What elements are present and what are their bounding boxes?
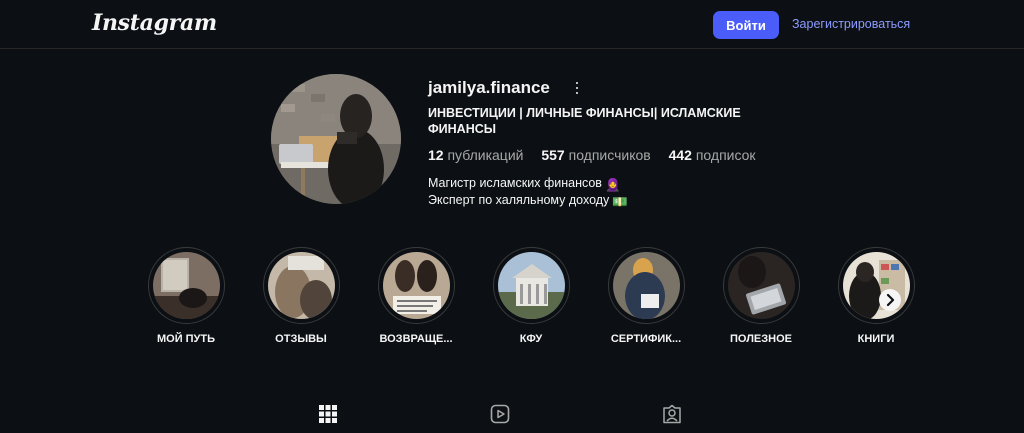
highlight-label: ОТЗЫВЫ bbox=[275, 333, 327, 345]
highlight-cover bbox=[498, 252, 565, 319]
profile-stats: 12 публикаций 557 подписчиков 442 подпис… bbox=[428, 147, 770, 163]
highlights-next-button[interactable] bbox=[879, 289, 901, 311]
money-emoji: 💵 bbox=[612, 195, 628, 209]
profile-username: jamilya.finance bbox=[428, 78, 550, 97]
highlight-cover bbox=[268, 252, 335, 319]
profile-tabs bbox=[0, 396, 1024, 433]
profile-full-name: ИНВЕСТИЦИИ | ЛИЧНЫЕ ФИНАНСЫ| ИСЛАМСКИЕ Ф… bbox=[428, 106, 741, 136]
followers-count[interactable]: 557 подписчиков bbox=[541, 147, 650, 163]
profile-bio: Магистр исламских финансов 🧕 Эксперт по х… bbox=[428, 176, 628, 210]
more-options-icon[interactable] bbox=[570, 79, 584, 97]
bio-line: Магистр исламских финансов 🧕 bbox=[428, 176, 621, 192]
chevron-right-icon bbox=[886, 293, 895, 307]
top-navigation-bar: Instagram Войти Зарегистрироваться bbox=[0, 0, 1024, 49]
grid-icon[interactable] bbox=[318, 404, 338, 424]
story-highlights: МОЙ ПУТЬ ОТЗЫВЫ ВОЗВРАЩЕ... КФУ СЕРТИФИК… bbox=[128, 247, 928, 357]
highlight-cover bbox=[728, 252, 795, 319]
profile-avatar[interactable] bbox=[271, 74, 401, 204]
highlight-cover bbox=[613, 252, 680, 319]
woman-headscarf-emoji: 🧕 bbox=[604, 178, 621, 192]
instagram-logo[interactable]: Instagram bbox=[92, 10, 217, 36]
highlight-cover bbox=[383, 252, 450, 319]
highlight-label: ПОЛЕЗНОЕ bbox=[730, 333, 792, 345]
highlight-cover bbox=[153, 252, 220, 319]
highlight-label: ВОЗВРАЩЕ... bbox=[379, 333, 453, 345]
following-count[interactable]: 442 подписок bbox=[669, 147, 756, 163]
highlight-label: МОЙ ПУТЬ bbox=[156, 333, 216, 345]
bio-line: Эксперт по халяльному доходу 💵 bbox=[428, 193, 628, 209]
posts-count: 12 публикаций bbox=[428, 147, 524, 163]
highlight-label: КФУ bbox=[519, 333, 543, 345]
login-button[interactable]: Войти bbox=[713, 11, 779, 39]
tagged-icon[interactable] bbox=[662, 404, 682, 424]
signup-link[interactable]: Зарегистрироваться bbox=[792, 17, 910, 31]
reels-icon[interactable] bbox=[490, 404, 510, 424]
highlight-label: КНИГИ bbox=[857, 333, 895, 345]
highlight-label: СЕРТИФИК... bbox=[610, 333, 682, 345]
